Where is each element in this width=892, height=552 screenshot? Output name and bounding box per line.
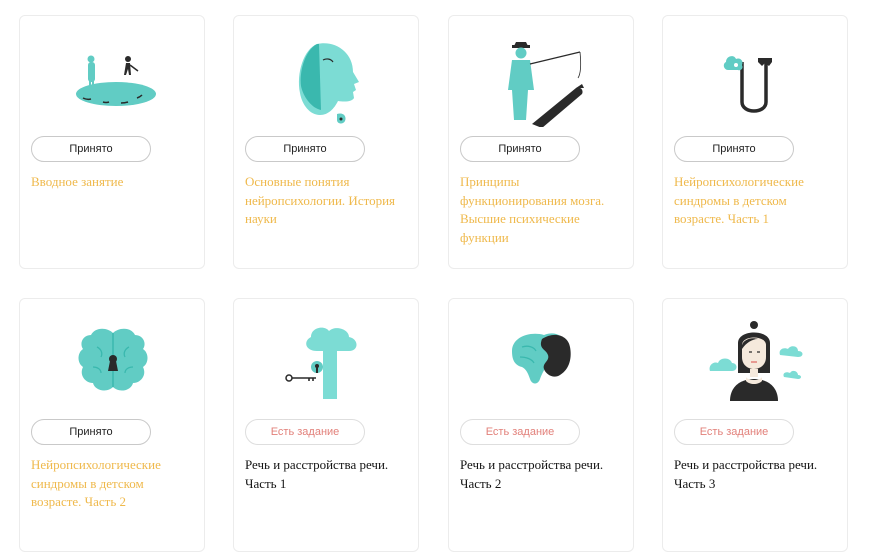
lesson-card[interactable]: Принято Нейропсихологические синдромы в …	[662, 15, 848, 269]
status-badge[interactable]: Принято	[31, 419, 151, 445]
brain-keyhole-icon	[63, 315, 163, 410]
lesson-title[interactable]: Речь и расстройства речи. Часть 2	[460, 456, 626, 493]
status-badge[interactable]: Есть задание	[674, 419, 794, 445]
lesson-title[interactable]: Принципы функционирования мозга. Высшие …	[460, 173, 626, 247]
lesson-card[interactable]: Принято Вводное занятие	[19, 15, 205, 269]
status-badge[interactable]: Принято	[460, 136, 580, 162]
status-badge[interactable]: Есть задание	[460, 419, 580, 445]
status-badge[interactable]: Принято	[245, 136, 365, 162]
lesson-title[interactable]: Нейропсихологические синдромы в детском …	[674, 173, 840, 229]
lesson-card[interactable]: Принято Нейропсихологические синдромы в …	[19, 298, 205, 552]
status-badge[interactable]: Принято	[31, 136, 151, 162]
lesson-title[interactable]: Речь и расстройства речи. Часть 3	[674, 456, 840, 493]
lesson-title[interactable]: Нейропсихологические синдромы в детском …	[31, 456, 197, 512]
lesson-card[interactable]: Есть задание Речь и расстройства речи. Ч…	[448, 298, 634, 552]
lesson-card[interactable]: Есть задание Речь и расстройства речи. Ч…	[233, 298, 419, 552]
lesson-title[interactable]: Речь и расстройства речи. Часть 1	[245, 456, 411, 493]
brain-side-icon	[492, 315, 592, 410]
status-badge[interactable]: Принято	[674, 136, 794, 162]
status-badge[interactable]: Есть задание	[245, 419, 365, 445]
lesson-title[interactable]: Вводное занятие	[31, 173, 197, 192]
lesson-grid: Принято Вводное занятие Принято Основные…	[0, 0, 892, 552]
lesson-card[interactable]: Принято Основные понятия нейропсихологии…	[233, 15, 419, 269]
magnet-cloud-icon	[706, 32, 806, 127]
lesson-card[interactable]: Есть задание Речь и расстройства речи. Ч…	[662, 298, 848, 552]
tree-key-icon	[277, 315, 377, 410]
head-profile-icon	[277, 32, 377, 127]
golf-island-icon	[63, 32, 163, 127]
woman-clouds-icon	[706, 315, 806, 410]
fisherman-icon	[492, 32, 592, 127]
lesson-card[interactable]: Принято Принципы функционирования мозга.…	[448, 15, 634, 269]
lesson-title[interactable]: Основные понятия нейропсихологии. Истори…	[245, 173, 411, 229]
